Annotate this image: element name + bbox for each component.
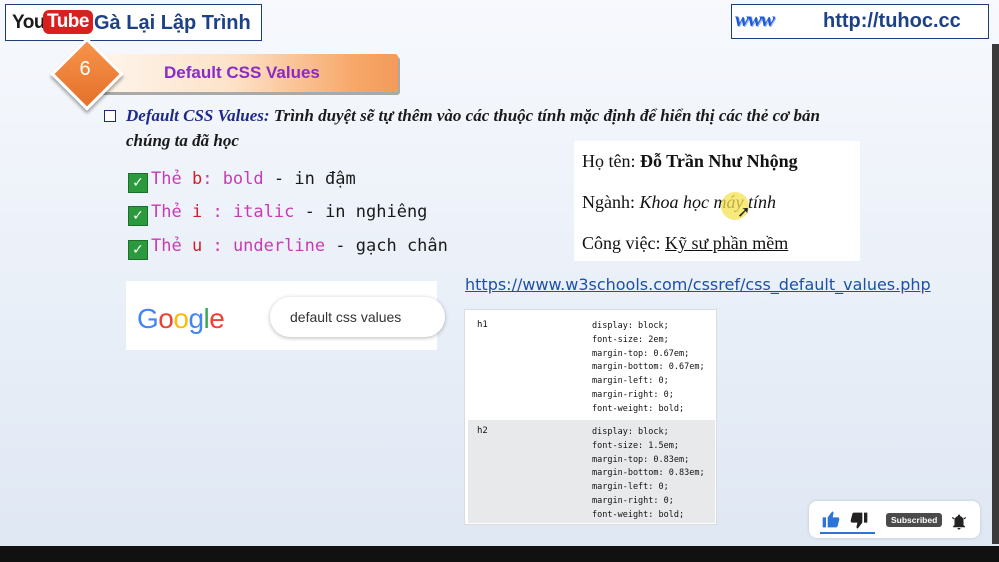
- google-logo-letter: G: [137, 303, 159, 334]
- tag-letter: i: [191, 202, 203, 222]
- table-row: h1 display: block; font-size: 2em; margi…: [468, 314, 715, 417]
- bell-icon[interactable]: [950, 513, 968, 531]
- google-logo-letter: o: [158, 303, 174, 334]
- tag-label: Thẻ: [151, 236, 182, 256]
- section-title: Default CSS Values: [164, 63, 320, 82]
- tag-label: Thẻ: [151, 169, 182, 189]
- example-major-label: Ngành:: [582, 192, 640, 212]
- thumbs-up-icon[interactable]: [821, 509, 841, 529]
- window-edge: [992, 44, 999, 544]
- tag-item-underline: ✓ Thẻ u : underline - gạch chân: [128, 236, 448, 260]
- youtube-engagement-bar: Subscribed: [809, 501, 980, 538]
- example-job-label: Công việc:: [582, 233, 665, 253]
- w3schools-link[interactable]: https://www.w3schools.com/cssref/css_def…: [465, 275, 931, 294]
- google-search-query: default css values: [290, 309, 402, 325]
- example-name-line: Họ tên: Đỗ Trần Như Nhộng: [582, 151, 798, 172]
- example-job-value: Kỹ sư phần mềm: [665, 233, 789, 253]
- website-header: www http://tuhoc.cc: [731, 4, 989, 39]
- paragraph-line-1: Default CSS Values: Trình duyệt sẽ tự th…: [126, 106, 820, 126]
- channel-header: You Tube Gà Lại Lập Trình: [5, 4, 262, 41]
- section-number: 6: [79, 58, 91, 80]
- tag-letter: u: [191, 236, 203, 256]
- google-logo-letter: o: [173, 303, 189, 334]
- tag-property: : underline: [212, 236, 326, 256]
- www-logo: www: [735, 7, 775, 31]
- tag-letter: b: [191, 169, 203, 189]
- google-logo: Google: [137, 303, 225, 335]
- google-logo-letter: g: [188, 303, 204, 334]
- example-output-box: Họ tên: Đỗ Trần Như Nhộng Ngành: Khoa họ…: [574, 141, 860, 261]
- youtube-logo-you: You: [12, 12, 45, 33]
- example-major-value: Khoa học máy tính: [639, 192, 777, 212]
- checkmark-icon: ✓: [128, 173, 148, 193]
- paragraph-line-2: chúng ta đã học: [126, 131, 239, 150]
- checkmark-icon: ✓: [128, 240, 148, 260]
- subscribed-button[interactable]: Subscribed: [886, 513, 943, 527]
- mouse-cursor-icon: ➚: [737, 202, 751, 221]
- tag-description: - in nghiêng: [294, 202, 428, 222]
- css-defaults-table: h1 display: block; font-size: 2em; margi…: [464, 309, 717, 525]
- table-row: h2 display: block; font-size: 1.5em; mar…: [468, 420, 715, 523]
- example-name-label: Họ tên:: [582, 151, 640, 171]
- css-declarations: display: block; font-size: 1.5em; margin…: [592, 427, 705, 520]
- paragraph-emphasis: Default CSS Values:: [126, 106, 270, 125]
- tag-property: : italic: [212, 202, 295, 222]
- example-name-value: Đỗ Trần Như Nhộng: [640, 151, 798, 171]
- tag-item-italic: ✓ Thẻ i : italic - in nghiêng: [128, 202, 427, 226]
- google-search-box[interactable]: default css values: [270, 297, 445, 337]
- tag-label: Thẻ: [151, 202, 182, 222]
- youtube-logo-tube: Tube: [43, 10, 93, 34]
- example-job-line: Công việc: Kỹ sư phần mềm: [582, 233, 788, 254]
- checkmark-icon: ✓: [128, 206, 148, 226]
- css-declarations: display: block; font-size: 2em; margin-t…: [592, 321, 705, 414]
- google-search-snippet: Google default css values: [126, 281, 445, 350]
- like-active-underline: [820, 532, 875, 534]
- css-selector: h1: [477, 320, 488, 330]
- paragraph-text: Trình duyệt sẽ tự thêm vào các thuộc tín…: [269, 106, 821, 125]
- website-url: http://tuhoc.cc: [823, 10, 961, 32]
- google-logo-letter: e: [209, 303, 225, 334]
- tag-item-bold: ✓ Thẻ b: bold - in đậm: [128, 169, 356, 193]
- channel-name: Gà Lại Lập Trình: [94, 12, 251, 34]
- bullet-checkbox-icon: [104, 110, 116, 122]
- tag-description: - in đậm: [263, 169, 356, 189]
- css-selector: h2: [477, 426, 488, 436]
- tag-description: - gạch chân: [325, 236, 448, 256]
- tag-property: : bold: [202, 169, 264, 189]
- thumbs-down-icon[interactable]: [849, 511, 869, 531]
- bottom-bar: [0, 546, 999, 562]
